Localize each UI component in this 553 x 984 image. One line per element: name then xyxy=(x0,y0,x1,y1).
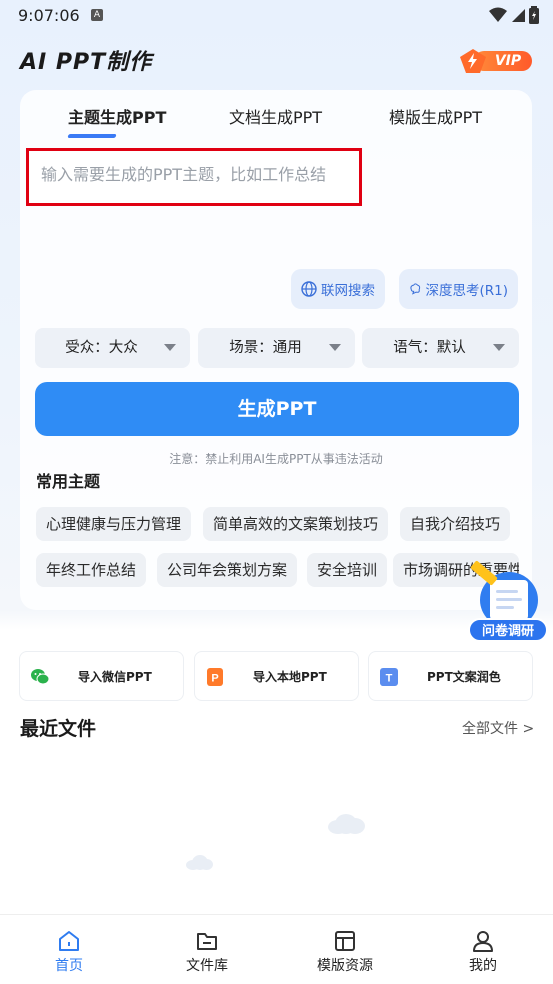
topic-input[interactable]: 输入需要生成的PPT主题，比如工作总结 xyxy=(26,148,362,206)
ppt-file-icon: P xyxy=(207,668,223,686)
deep-think-button[interactable]: 深度思考(R1) xyxy=(399,269,518,309)
home-icon xyxy=(59,931,79,951)
deep-think-icon xyxy=(410,283,421,295)
survey-float-button[interactable]: 问卷调研 xyxy=(466,560,550,644)
import-wechat-label: 导入微信PPT xyxy=(78,670,152,684)
tab-active-indicator xyxy=(67,134,117,138)
chevron-down-icon xyxy=(164,344,176,351)
nav-profile-label: 我的 xyxy=(469,958,497,974)
chevron-down-icon xyxy=(493,344,505,351)
generate-ppt-button[interactable]: 生成PPT xyxy=(35,382,519,436)
generator-tabs: 主题生成PPT 文档生成PPT 模版生成PPT xyxy=(20,104,532,138)
import-local-button[interactable]: P 导入本地PPT xyxy=(194,651,359,701)
topic-chip[interactable]: 自我介绍技巧 xyxy=(400,507,511,541)
chevron-down-icon xyxy=(329,344,341,351)
all-files-link[interactable]: 全部文件 > xyxy=(462,718,534,738)
import-local-label: 导入本地PPT xyxy=(253,670,327,684)
web-search-label: 联网搜索 xyxy=(321,283,375,299)
nav-templates-label: 模版资源 xyxy=(317,958,373,974)
topic-chip[interactable]: 安全培训 xyxy=(307,553,388,587)
document-icon xyxy=(490,580,528,620)
folder-icon xyxy=(197,933,217,950)
globe-icon xyxy=(301,281,317,297)
polish-copy-label: PPT文案润色 xyxy=(427,670,501,684)
nav-templates[interactable]: 模版资源 xyxy=(276,915,414,984)
template-icon xyxy=(335,931,355,951)
nav-home[interactable]: 首页 xyxy=(0,915,138,984)
nav-files[interactable]: 文件库 xyxy=(138,915,276,984)
status-icons xyxy=(489,6,539,24)
common-topics-title: 常用主题 xyxy=(36,472,101,491)
audience-select[interactable]: 受众：大众 xyxy=(35,328,190,368)
tab-topic[interactable]: 主题生成PPT xyxy=(68,104,166,128)
nav-files-label: 文件库 xyxy=(186,958,228,974)
nav-profile[interactable]: 我的 xyxy=(414,915,552,984)
usage-notice: 注意：禁止利用AI生成PPT从事违法活动 xyxy=(169,452,383,466)
svg-text:T: T xyxy=(386,673,393,685)
battery-icon xyxy=(529,6,539,24)
topic-chip[interactable]: 公司年会策划方案 xyxy=(157,553,298,587)
user-icon xyxy=(473,931,493,952)
status-bar: 9:07:06 A xyxy=(0,0,553,32)
vip-button[interactable]: VIP xyxy=(460,49,534,73)
vip-bolt-icon xyxy=(460,49,486,73)
status-time: 9:07:06 xyxy=(18,6,80,25)
app-title: AI PPT制作 xyxy=(20,50,153,75)
tab-document[interactable]: 文档生成PPT xyxy=(229,104,322,128)
import-wechat-button[interactable]: 导入微信PPT xyxy=(19,651,184,701)
tab-template[interactable]: 模版生成PPT xyxy=(389,104,482,128)
bottom-nav: 首页 文件库 模版资源 我的 xyxy=(0,914,553,984)
notification-icon: A xyxy=(91,9,103,21)
topic-chip[interactable]: 心理健康与压力管理 xyxy=(36,507,192,541)
nav-home-label: 首页 xyxy=(55,958,83,974)
topic-input-placeholder: 输入需要生成的PPT主题，比如工作总结 xyxy=(41,165,327,184)
recent-files-title: 最近文件 xyxy=(20,718,97,740)
signal-icon xyxy=(512,9,525,22)
polish-copy-button[interactable]: T PPT文案润色 xyxy=(368,651,533,701)
tone-select[interactable]: 语气：默认 xyxy=(362,328,519,368)
generator-card: 主题生成PPT 文档生成PPT 模版生成PPT 输入需要生成的PPT主题，比如工… xyxy=(20,90,532,610)
text-format-icon: T xyxy=(380,668,398,686)
deep-think-label: 深度思考(R1) xyxy=(425,283,508,299)
wifi-icon xyxy=(489,7,507,22)
topic-chip[interactable]: 年终工作总结 xyxy=(36,553,147,587)
svg-text:P: P xyxy=(211,673,218,685)
topic-chip[interactable]: 简单高效的文案策划技巧 xyxy=(203,507,389,541)
survey-label: 问卷调研 xyxy=(468,618,548,642)
web-search-button[interactable]: 联网搜索 xyxy=(291,269,385,309)
scene-select[interactable]: 场景：通用 xyxy=(198,328,355,368)
wechat-icon xyxy=(31,669,50,685)
